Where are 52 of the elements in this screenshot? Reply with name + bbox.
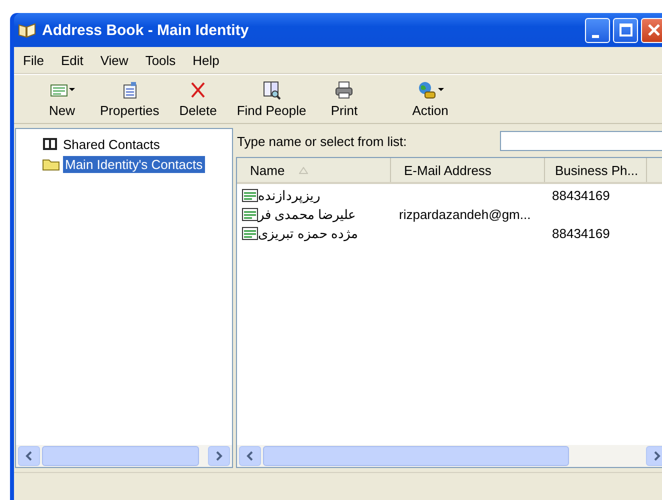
horizontal-scrollbar[interactable] [237, 445, 662, 467]
chevron-left-icon [246, 451, 254, 461]
printer-icon [334, 81, 354, 99]
delete-icon [189, 81, 208, 99]
contact-name[interactable]: مژده حمزه تبریزی [258, 226, 358, 241]
toolbar-button[interactable]: New [34, 78, 90, 120]
caret-icon [68, 88, 74, 92]
maximize-icon [618, 23, 632, 37]
window-title: Address Book - Main Identity [42, 22, 250, 38]
caret-icon [438, 88, 444, 92]
menu-item[interactable]: Help [184, 52, 228, 68]
column-header[interactable]: E-Mail Address [391, 158, 545, 182]
folder-icon [42, 157, 60, 171]
contact-card-icon [242, 189, 258, 202]
search-field[interactable] [500, 131, 662, 151]
address-book-icon [42, 137, 58, 151]
contact-name[interactable]: ریزپردازنده [258, 188, 320, 203]
close-icon [646, 23, 660, 37]
menu-item[interactable]: View [91, 52, 136, 68]
chevron-left-icon [25, 451, 33, 461]
minimize-button[interactable] [585, 18, 610, 42]
phone-cell: 88434169 [552, 226, 610, 241]
close-button[interactable] [641, 18, 662, 42]
minimize-icon [592, 34, 598, 38]
globe-phone-icon [416, 80, 437, 100]
toolbar-button[interactable]: Print [316, 78, 372, 120]
search-label: Type name or select from list: [237, 134, 408, 148]
toolbar-button[interactable]: Action [402, 78, 458, 120]
horizontal-scrollbar[interactable] [16, 445, 232, 467]
toolbar-button[interactable]: Properties [90, 78, 170, 120]
toolbar-button[interactable]: Delete [169, 78, 227, 120]
card-icon [50, 82, 68, 98]
maximize-button[interactable] [613, 18, 638, 42]
sort-arrow-icon [298, 166, 308, 174]
book-icon [18, 22, 36, 38]
menu-item[interactable]: Tools [136, 52, 184, 68]
column-header[interactable]: Business Ph... [545, 158, 648, 182]
menu-item[interactable]: Edit [52, 52, 92, 68]
email-cell: rizpardazandeh@gm... [399, 207, 531, 222]
column-header[interactable]: Name [237, 158, 391, 182]
chevron-right-icon [215, 451, 223, 461]
properties-icon [120, 81, 139, 99]
menu-item[interactable]: File [14, 52, 52, 68]
contact-card-icon [242, 208, 258, 221]
chevron-right-icon [653, 451, 661, 461]
tree-item[interactable]: Main Identity's Contacts [63, 156, 205, 172]
contact-name[interactable]: علیرضا محمدی فر [258, 207, 356, 222]
contact-card-icon [242, 227, 258, 240]
find-icon [262, 80, 282, 100]
toolbar-button[interactable]: Find People [226, 78, 316, 120]
tree-item[interactable]: Shared Contacts [61, 136, 162, 152]
phone-cell: 88434169 [552, 188, 610, 203]
